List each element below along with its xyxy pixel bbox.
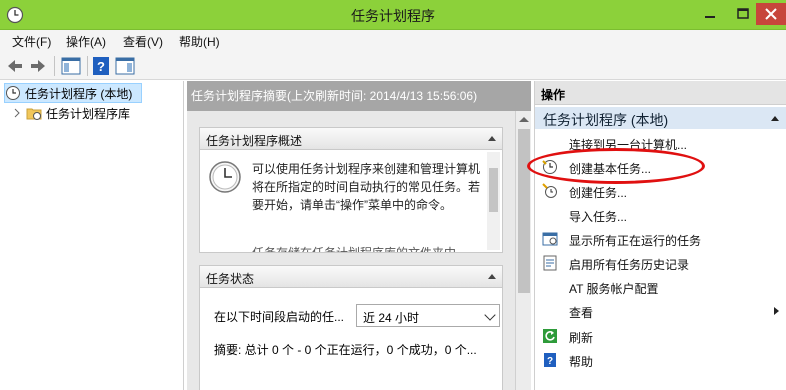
- running-tasks-icon: [542, 232, 558, 246]
- overview-text: 可以使用任务计划程序来创建和管理计算机将在所指定的时间自动执行的常见任务。若要开…: [252, 162, 481, 212]
- collapse-arrow-icon[interactable]: [488, 136, 496, 141]
- expand-arrow-icon[interactable]: [12, 108, 22, 118]
- maximize-icon[interactable]: [730, 3, 756, 25]
- show-action-pane-icon[interactable]: [114, 55, 136, 77]
- status-section-header[interactable]: 任务状态: [200, 266, 502, 288]
- action-create-task[interactable]: 创建任务...: [535, 180, 786, 202]
- basic-task-icon: [542, 160, 557, 174]
- help-icon: ?: [544, 353, 556, 367]
- folder-clock-icon: [26, 108, 42, 120]
- overview-title: 任务计划程序概述: [206, 134, 303, 148]
- actions-title: 操作: [535, 81, 786, 105]
- action-enable-history[interactable]: 启用所有任务历史记录: [535, 252, 786, 274]
- close-icon[interactable]: [756, 3, 786, 25]
- collapse-arrow-icon[interactable]: [488, 274, 496, 279]
- toolbar: ?: [0, 52, 786, 80]
- status-timespan-select[interactable]: 近 24 小时: [356, 304, 500, 327]
- navigation-tree: 任务计划程序 (本地) 任务计划程序库: [0, 81, 184, 390]
- help-icon[interactable]: ?: [90, 55, 112, 77]
- menu-view[interactable]: 查看(V): [123, 33, 163, 50]
- submenu-arrow-icon: [774, 307, 779, 315]
- overview-text-more: 任务存储在任务计划程序库的文件夹中: [252, 244, 484, 252]
- svg-text:?: ?: [97, 59, 105, 74]
- overview-section-header[interactable]: 任务计划程序概述: [200, 128, 502, 150]
- overview-section: 任务计划程序概述 可以使用任务计划程序来创建和管理计算机将在所指定的时间自动执行…: [199, 127, 503, 253]
- create-task-icon: [542, 183, 557, 198]
- action-connect-computer[interactable]: 连接到另一台计算机...: [535, 132, 786, 154]
- menu-action[interactable]: 操作(A): [66, 33, 106, 50]
- action-refresh[interactable]: 刷新: [535, 325, 786, 347]
- scroll-thumb[interactable]: [518, 129, 530, 293]
- actions-group-header[interactable]: 任务计划程序 (本地): [535, 107, 786, 129]
- summary-header: 任务计划程序摘要(上次刷新时间: 2014/4/13 15:56:06): [187, 81, 531, 111]
- overview-scrollbar[interactable]: [487, 152, 500, 250]
- summary-scrollbar[interactable]: [515, 111, 531, 390]
- status-label: 在以下时间段启动的任...: [214, 310, 345, 324]
- tree-item-local[interactable]: 任务计划程序 (本地): [4, 83, 142, 103]
- scroll-up-icon[interactable]: [519, 117, 529, 122]
- menu-help[interactable]: 帮助(H): [179, 33, 220, 50]
- minimize-icon[interactable]: [697, 3, 723, 25]
- title-bar: 任务计划程序: [0, 0, 786, 30]
- chevron-down-icon: [484, 309, 496, 321]
- refresh-icon: [543, 329, 557, 343]
- forward-arrow-icon[interactable]: [27, 55, 49, 77]
- tree-item-library-label: 任务计划程序库: [46, 106, 131, 121]
- status-section: 任务状态 在以下时间段启动的任... 近 24 小时 摘要: 总计 0 个 - …: [199, 265, 503, 390]
- actions-pane: 操作 任务计划程序 (本地) 连接到另一台计算机... 创建基本任务... 创建…: [534, 81, 786, 390]
- menu-bar: 文件(F) 操作(A) 查看(V) 帮助(H): [0, 30, 786, 52]
- action-create-basic-task[interactable]: 创建基本任务...: [535, 156, 786, 178]
- collapse-arrow-icon[interactable]: [771, 116, 779, 121]
- status-summary: 摘要: 总计 0 个 - 0 个正在运行，0 个成功，0 个...: [214, 343, 477, 357]
- tree-item-library[interactable]: 任务计划程序库: [12, 103, 130, 123]
- task-history-icon: [543, 255, 557, 271]
- status-title: 任务状态: [206, 272, 255, 286]
- clock-large-icon: [209, 161, 241, 193]
- clock-icon: [6, 86, 20, 100]
- status-select-value: 近 24 小时: [363, 311, 420, 325]
- tree-item-local-label: 任务计划程序 (本地): [25, 86, 133, 101]
- summary-pane: 任务计划程序摘要(上次刷新时间: 2014/4/13 15:56:06) 任务计…: [187, 81, 531, 390]
- action-show-running-tasks[interactable]: 显示所有正在运行的任务: [535, 228, 786, 250]
- summary-body: 任务计划程序概述 可以使用任务计划程序来创建和管理计算机将在所指定的时间自动执行…: [187, 111, 515, 390]
- menu-file[interactable]: 文件(F): [12, 33, 51, 50]
- show-tree-icon[interactable]: [60, 55, 82, 77]
- action-view[interactable]: 查看: [535, 300, 786, 322]
- action-import-task[interactable]: 导入任务...: [535, 204, 786, 226]
- window-title: 任务计划程序: [351, 8, 435, 24]
- svg-text:?: ?: [547, 356, 553, 367]
- action-help[interactable]: ? 帮助: [535, 349, 786, 371]
- back-arrow-icon[interactable]: [4, 55, 26, 77]
- action-at-service-config[interactable]: AT 服务帐户配置: [535, 276, 786, 298]
- actions-group-label: 任务计划程序 (本地): [543, 112, 669, 128]
